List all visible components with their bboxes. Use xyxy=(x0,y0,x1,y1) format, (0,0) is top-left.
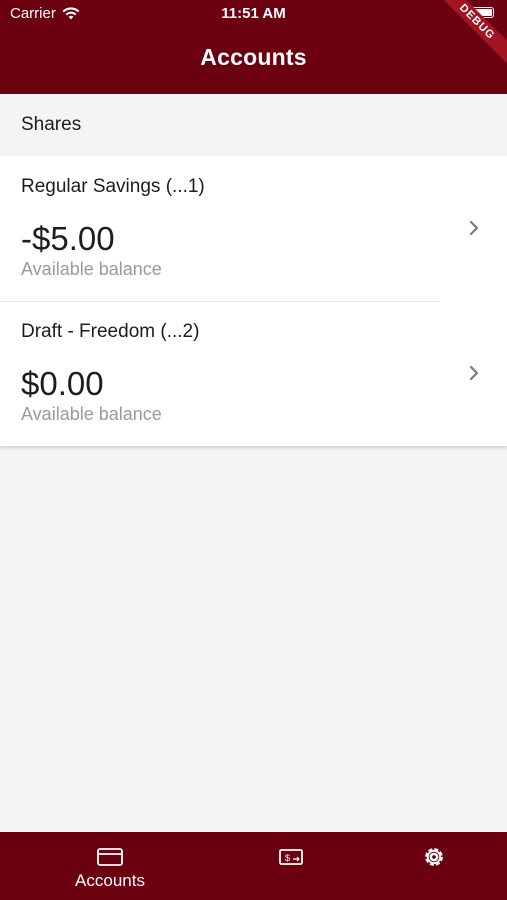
gear-icon xyxy=(425,848,443,866)
chevron-right-icon xyxy=(469,220,479,236)
app-bar: Carrier 11:51 AM Accounts DEBUG xyxy=(0,0,507,94)
nav-item-transfers[interactable]: $ xyxy=(271,832,311,900)
nav-item-accounts[interactable]: Accounts xyxy=(70,832,150,900)
account-row-regular-savings[interactable]: Regular Savings (...1) -$5.00 Available … xyxy=(0,156,507,301)
battery-icon xyxy=(471,7,494,18)
account-balance: $0.00 xyxy=(21,365,104,402)
bottom-nav: Accounts $ xyxy=(0,832,507,900)
svg-text:$: $ xyxy=(285,853,290,863)
status-time: 11:51 AM xyxy=(221,5,286,22)
account-name: Regular Savings (...1) xyxy=(21,176,205,197)
nav-item-label: Accounts xyxy=(75,871,145,890)
accounts-screen: Carrier 11:51 AM Accounts DEBUG Shares R… xyxy=(0,0,507,900)
account-balance-label: Available balance xyxy=(21,404,162,424)
section-title: Shares xyxy=(21,114,82,135)
page-title: Accounts xyxy=(200,44,307,70)
card-icon xyxy=(97,848,123,866)
account-balance-label: Available balance xyxy=(21,259,162,279)
account-list: Regular Savings (...1) -$5.00 Available … xyxy=(0,156,507,446)
account-row-draft-freedom[interactable]: Draft - Freedom (...2) $0.00 Available b… xyxy=(0,301,507,446)
transfer-money-icon: $ xyxy=(279,849,303,865)
status-bar: Carrier 11:51 AM xyxy=(0,0,507,28)
chevron-right-icon xyxy=(469,365,479,381)
account-balance: -$5.00 xyxy=(21,220,115,257)
account-name: Draft - Freedom (...2) xyxy=(21,321,200,342)
nav-item-settings[interactable] xyxy=(414,832,454,900)
section-header: Shares xyxy=(0,94,507,156)
